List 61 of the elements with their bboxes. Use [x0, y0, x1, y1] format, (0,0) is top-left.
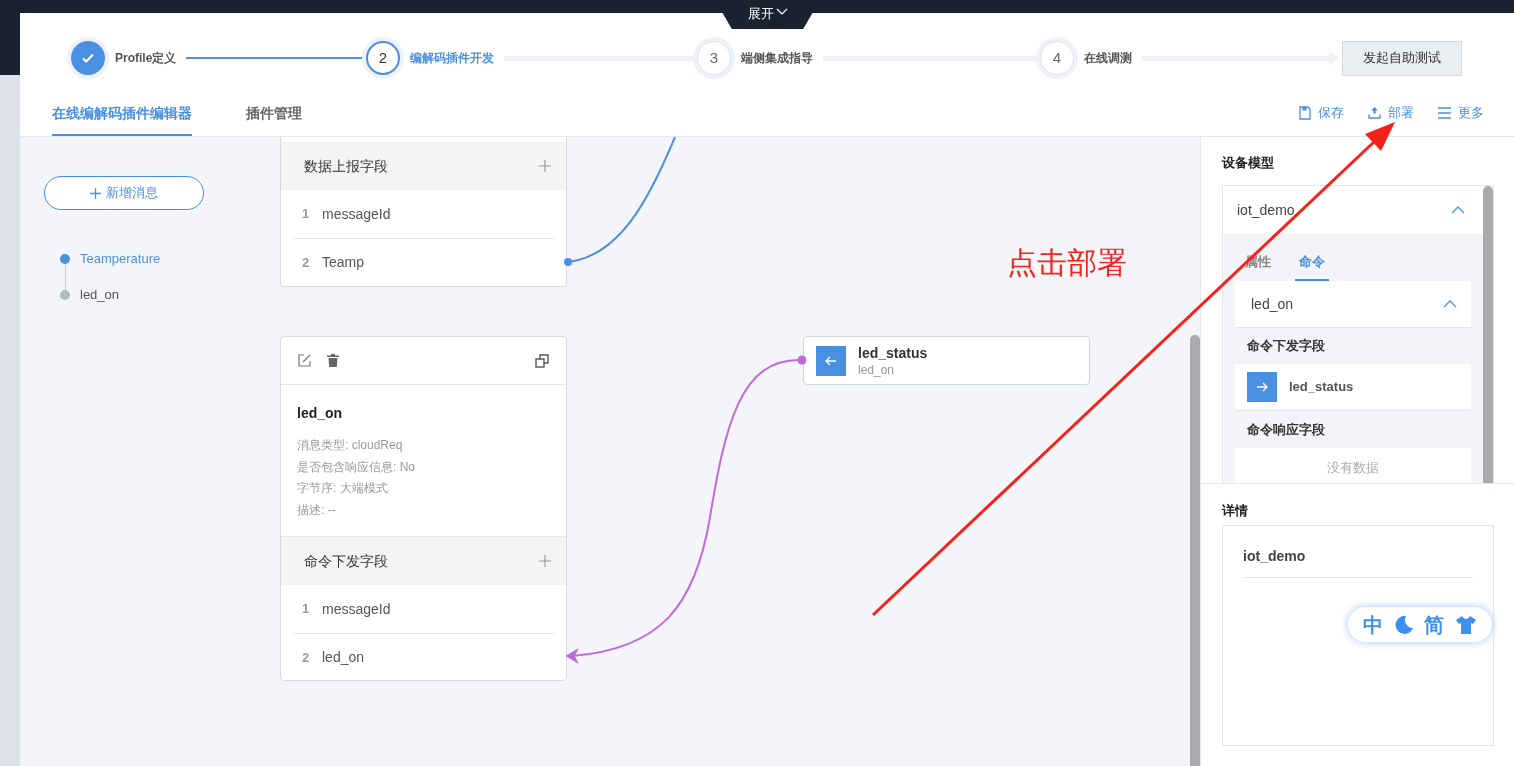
- chevron-icon[interactable]: [1443, 300, 1457, 308]
- field-name: Teamp: [322, 253, 365, 272]
- plus-icon[interactable]: [539, 160, 551, 172]
- message-detail: 是否包含响应信息: No: [297, 458, 416, 476]
- message-detail: 描述: --: [297, 501, 337, 519]
- step-label: 在线调测: [1084, 50, 1132, 67]
- panel-title: 详情: [1222, 502, 1249, 520]
- message-detail: 字节序: 大端模式: [297, 480, 389, 497]
- field-type-icon: [1247, 371, 1277, 402]
- field-name: led_on: [322, 648, 365, 667]
- shirt-icon[interactable]: [1454, 614, 1477, 635]
- annotation-text: 点击部署: [1007, 245, 1127, 281]
- detail-name: iot_demo: [1243, 546, 1473, 578]
- scrollbar-thumb[interactable]: [1483, 186, 1493, 483]
- section-title: 命令下发字段: [304, 551, 388, 571]
- field-index: 2: [301, 648, 311, 667]
- save-icon: [1299, 105, 1311, 120]
- toolbar-item[interactable]: 中: [1363, 609, 1384, 640]
- device-name: iot_demo: [1237, 200, 1295, 220]
- step-label: 端侧集成指导: [741, 50, 813, 67]
- device-header[interactable]: iot_demo: [1223, 186, 1483, 234]
- section-title: 命令响应字段: [1235, 412, 1471, 448]
- field-name: led_status: [1289, 377, 1354, 396]
- command-name: led_on: [1251, 294, 1294, 314]
- plus-icon[interactable]: [539, 555, 551, 567]
- toolbar-item[interactable]: 简: [1424, 609, 1445, 640]
- step-label: 编解码插件开发: [410, 50, 494, 67]
- message-detail: 消息类型: cloudReq: [297, 437, 404, 454]
- add-message-button[interactable]: 新增消息: [44, 176, 204, 210]
- tab[interactable]: 插件管理: [246, 103, 302, 136]
- save-button[interactable]: 保存: [1299, 103, 1344, 123]
- self-test-button[interactable]: 发起自助测试: [1342, 40, 1462, 76]
- field-type-icon: [816, 345, 846, 376]
- chevron-down-icon: [775, 8, 788, 16]
- menu-icon: [1438, 106, 1451, 119]
- field-index: 1: [301, 205, 311, 224]
- field-name: messageId: [322, 204, 391, 224]
- message-item[interactable]: led_on: [80, 285, 120, 305]
- field-index: 2: [301, 253, 311, 272]
- scrollbar-thumb[interactable]: [1190, 335, 1200, 766]
- node-subtitle: led_on: [858, 361, 896, 378]
- step-label: Profile定义: [115, 50, 177, 67]
- trash-icon[interactable]: [327, 354, 339, 367]
- section-title: 数据上报字段: [304, 156, 388, 176]
- message-title: led_on: [297, 404, 344, 423]
- field-node[interactable]: led_status led_on: [803, 336, 1090, 385]
- field-index: 1: [301, 600, 311, 619]
- deploy-button[interactable]: 部署: [1368, 103, 1414, 123]
- plus-icon: [90, 187, 101, 199]
- moon-icon[interactable]: [1393, 614, 1414, 635]
- field-name: messageId: [322, 599, 391, 619]
- chevron-icon[interactable]: [1451, 206, 1465, 214]
- panel-title: 设备模型: [1222, 154, 1275, 172]
- edit-icon[interactable]: [298, 354, 311, 367]
- more-button[interactable]: 更多: [1438, 103, 1484, 123]
- copy-icon[interactable]: [535, 353, 549, 368]
- section-title: 命令下发字段: [1235, 328, 1471, 364]
- empty-text: 没有数据: [1327, 459, 1379, 477]
- upload-icon: [1368, 106, 1381, 120]
- node-title: led_status: [858, 343, 928, 362]
- message-item[interactable]: Teamperature: [80, 249, 161, 269]
